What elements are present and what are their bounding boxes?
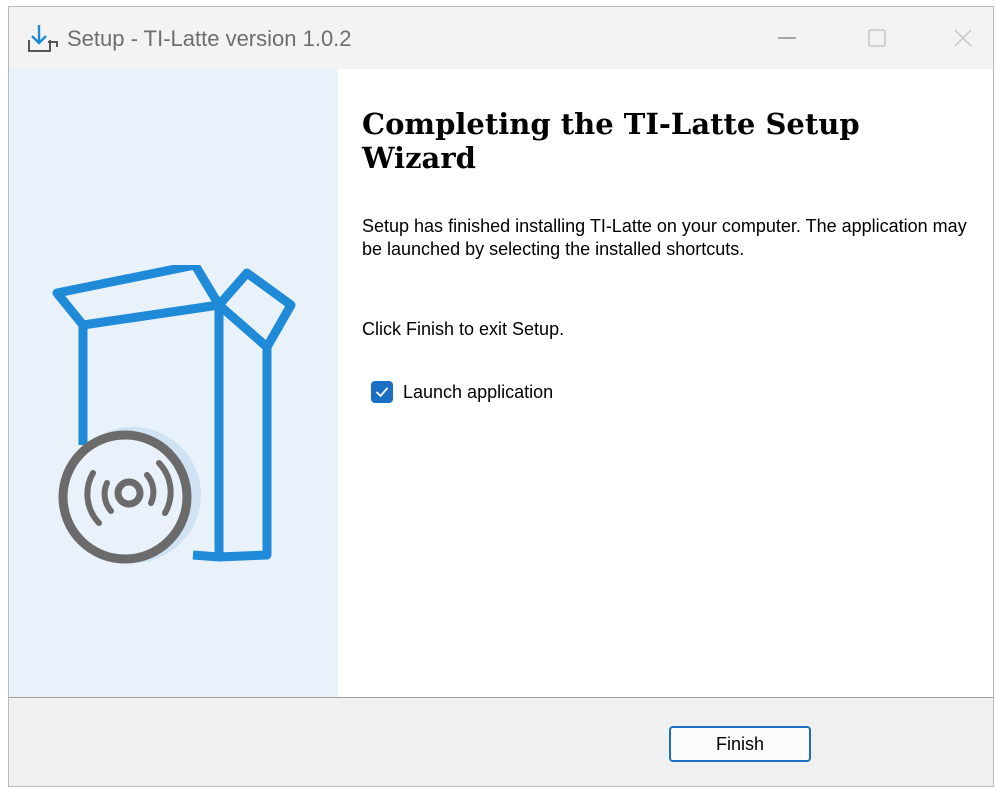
- installer-download-icon: [28, 25, 58, 52]
- close-button[interactable]: [933, 7, 993, 69]
- window-title: Setup - TI-Latte version 1.0.2: [67, 26, 352, 51]
- finish-instruction: Click Finish to exit Setup.: [362, 319, 565, 339]
- box-with-disc-illustration: [52, 265, 296, 564]
- page-title: Completing the TI-Latte Setup Wizard: [362, 107, 860, 175]
- finish-button[interactable]: Finish: [669, 726, 811, 762]
- minimize-button[interactable]: [757, 7, 817, 69]
- button-bar: Finish: [9, 698, 993, 786]
- launch-application-checkbox[interactable]: [371, 381, 393, 403]
- maximize-icon: [868, 29, 886, 47]
- minimize-icon: [778, 37, 796, 39]
- title-bar: Setup - TI-Latte version 1.0.2: [9, 7, 993, 69]
- close-icon: [954, 29, 972, 47]
- wizard-content: Completing the TI-Latte Setup Wizard Set…: [338, 69, 993, 697]
- checkmark-icon: [376, 387, 388, 397]
- setup-window: Setup - TI-Latte version 1.0.2 Completin…: [8, 6, 994, 787]
- launch-application-label[interactable]: Launch application: [403, 382, 553, 403]
- maximize-button[interactable]: [847, 7, 907, 69]
- completion-message: Setup has finished installing TI-Latte o…: [362, 216, 967, 259]
- launch-application-option[interactable]: Launch application: [371, 380, 553, 404]
- wizard-banner: [9, 69, 338, 697]
